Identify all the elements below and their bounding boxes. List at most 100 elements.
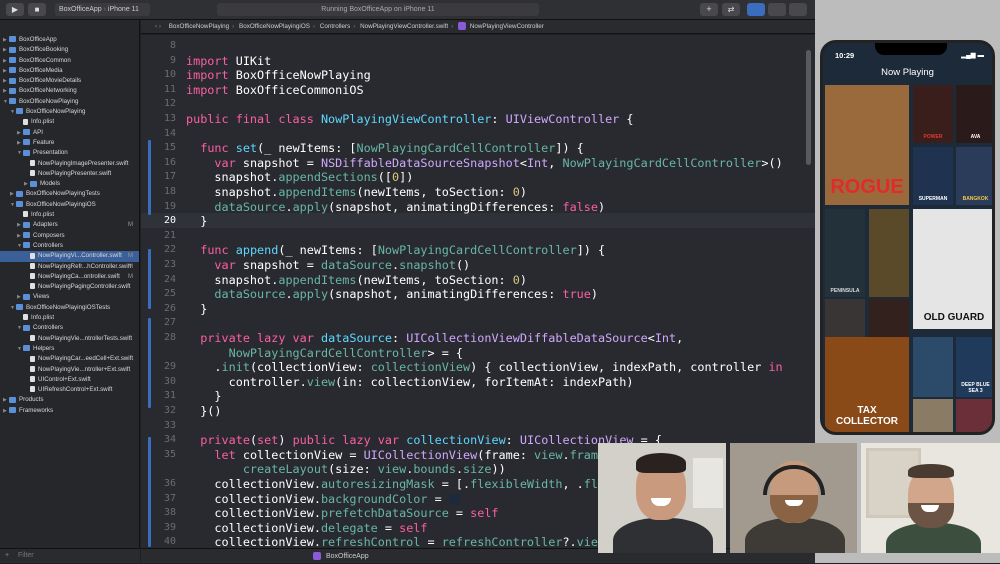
movie-poster[interactable] [913,337,953,397]
navigator-item[interactable]: Info.plist [0,210,139,220]
navigator-item[interactable]: NowPlayingCa...ontroller.swift M [0,272,139,282]
navigator-item[interactable]: ▼ BoxOfficeNowPlaying [0,107,139,117]
navigator-item[interactable]: UIRefreshControl+Ext.swift [0,385,139,395]
navigator-item-label: Info.plist [31,211,55,219]
line-number: 21 [163,229,176,241]
line-number: 37 [163,492,176,504]
navigator-item[interactable]: ▶ BoxOfficeApp [0,35,139,45]
navigator-item[interactable]: ▶ Frameworks [0,406,139,416]
crumb-symbol[interactable]: NowPlayingViewController [470,23,544,30]
navigator-item[interactable]: ▼ Helpers [0,344,139,354]
navigator-item[interactable]: ▼ Presentation [0,148,139,158]
navigator-item[interactable]: ▼ Controllers [0,323,139,333]
editor-scrollbar[interactable] [806,50,811,165]
file-icon [30,386,35,393]
navigator-item[interactable]: NowPlayingPagingController.swift [0,282,139,292]
code-text: NowPlayingCardCellController> = { [228,345,464,360]
navigator-item[interactable]: NowPlayingImagePresenter.swift [0,159,139,169]
navigator-item[interactable]: Info.plist [0,117,139,127]
crumb-target[interactable]: BoxOfficeNowPlayingiOS [239,23,310,30]
navigator-item[interactable]: ▶ BoxOfficeBooking [0,45,139,55]
movie-poster[interactable]: ROGUE [825,85,909,205]
navigator-item[interactable]: ▶ BoxOfficeNowPlayingTests [0,189,139,199]
back-forward-icon[interactable]: ‹ › [155,23,161,30]
navigator-item[interactable]: NowPlayingVie...ntroller+Ext.swift [0,365,139,375]
folder-icon [23,345,30,352]
navigator-item[interactable]: ▶ API [0,128,139,138]
poster-title: SUPERMAN [918,196,948,202]
stop-button[interactable]: ■ [28,3,46,16]
code-text: collectionView.backgroundColor = [186,492,460,507]
movie-poster[interactable] [956,399,992,432]
scheme-selector[interactable]: BoxOfficeApp › iPhone 11 [55,3,150,16]
navigator-item-label: NowPlayingPresenter.swift [38,169,112,177]
library-button[interactable]: + [700,3,718,16]
line-number: 38 [163,507,176,519]
navigator-item[interactable]: ▶ BoxOfficeMedia [0,66,139,76]
navigator-item[interactable]: ▶ BoxOfficeNetworking [0,86,139,96]
navigator-item-label: BoxOfficeMovieDetails [19,77,82,85]
crumb-file[interactable]: NowPlayingViewController.swift [360,23,448,30]
line-number: 36 [163,478,176,489]
navigator-item-label: Models [40,180,60,188]
navigator-item[interactable]: ▶ BoxOfficeCommon [0,56,139,66]
navigator-item[interactable]: ▶ Adapters M [0,220,139,230]
movie-poster[interactable]: PENINSULA [825,209,865,297]
navigator-item[interactable]: NowPlayingVie...ntrollerTests.swift [0,334,139,344]
line-number: 18 [163,186,176,197]
current-line-highlight [141,213,815,228]
movie-poster[interactable] [913,399,953,432]
file-icon [23,211,28,218]
movie-poster[interactable]: TAX COLLECTOR [825,337,909,432]
iphone-simulator[interactable]: 10:29 ▂▄▆ ▬ Now Playing ROGUE POWER AVA SUP… [820,40,995,435]
navigator-item[interactable]: ▶ BoxOfficeMovieDetails [0,76,139,86]
navigator-item[interactable]: ▶ Models [0,179,139,189]
navigator-item[interactable]: NowPlayingRefr...hController.swift M [0,262,139,272]
navigator-item[interactable]: UIControl+Ext.swift [0,375,139,385]
crumb-group[interactable]: Controllers [320,23,350,30]
navigator-item[interactable]: ▼ BoxOfficeNowPlaying [0,97,139,107]
navigator-item-label: BoxOfficeMedia [19,66,63,74]
movie-poster[interactable] [869,209,909,297]
navigator-toggle-button[interactable] [747,3,765,16]
folder-icon [9,36,16,43]
folder-icon [9,407,16,414]
inspector-toggle-button[interactable] [789,3,807,16]
movie-poster[interactable]: POWER [913,85,953,143]
review-button[interactable]: ⇄ [722,3,740,16]
navigator-item[interactable]: ▶ Products [0,395,139,405]
movie-poster[interactable]: AVA [956,85,992,143]
code-text: } [186,301,208,316]
navigator-item[interactable]: NowPlayingVi...Controller.swift M [0,251,139,262]
navigator-item[interactable]: Info.plist [0,313,139,323]
movie-poster[interactable]: SUPERMAN [913,147,953,205]
navigator-item[interactable]: ▶ Feature [0,138,139,148]
shirt [613,518,713,553]
navigator-item[interactable]: ▶ Composers [0,231,139,241]
file-icon [23,314,28,321]
filter-input[interactable]: Filter [18,552,34,559]
debug-target[interactable]: BoxOfficeApp [326,553,369,560]
file-icon [30,365,35,372]
add-icon[interactable]: + [5,552,9,559]
line-number: 40 [163,536,176,548]
movie-poster[interactable]: BANGKOK [956,147,992,205]
folder-icon [23,324,30,331]
navigator-item[interactable]: NowPlayingCar...eedCell+Ext.swift [0,354,139,364]
run-button[interactable]: ▶ [6,3,24,16]
navigator-item[interactable]: NowPlayingPresenter.swift [0,169,139,179]
navigator-item[interactable]: ▼ BoxOfficeNowPlayingiOS [0,200,139,210]
navigator-item[interactable]: ▶ Views [0,292,139,302]
device-notch [875,43,947,55]
navigator-item[interactable]: ▼ Controllers [0,241,139,251]
navigator-item[interactable]: ▼ BoxOfficeNowPlayingiOSTests [0,303,139,313]
debug-area-toggle-button[interactable] [768,3,786,16]
line-number: 35 [163,448,176,460]
movie-poster[interactable]: OLD GUARD [913,209,992,329]
crumb-project[interactable]: BoxOfficeNowPlaying [169,23,229,30]
line-number [141,462,176,477]
navigator-item-label: BoxOfficeCommon [19,56,71,64]
movie-poster[interactable]: DEEP BLUE SEA 3 [956,337,992,397]
code-text: func append(_ newItems: [NowPlayingCardC… [200,243,606,258]
folder-icon [16,201,23,208]
